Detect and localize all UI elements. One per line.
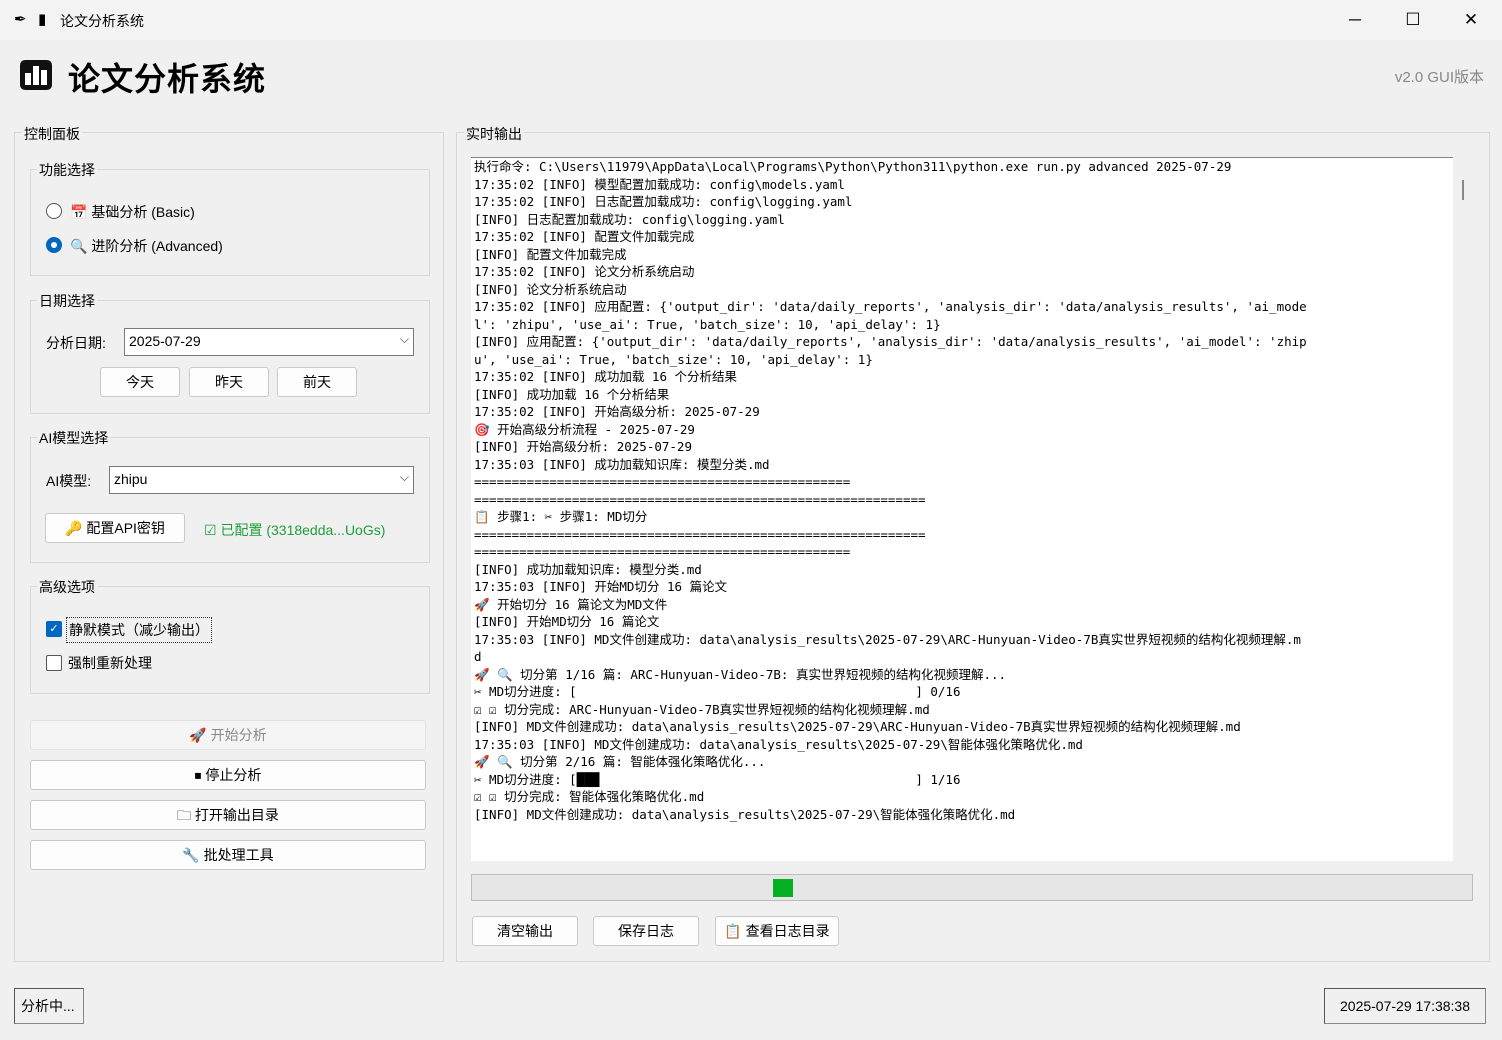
app-header: 论文分析系统 v2.0 GUI版本	[0, 40, 1502, 110]
open-output-dir-button[interactable]: 🗀 打开输出目录	[30, 800, 426, 830]
log-line: 17:35:03 [INFO] MD文件创建成功: data\analysis_…	[474, 736, 1083, 752]
model-combo[interactable]: zhipu ⌵	[109, 466, 414, 494]
start-analysis-button[interactable]: 🚀 开始分析	[30, 720, 426, 750]
log-line: 🚀 🔍 切分第 2/16 篇: 智能体强化策略优化...	[474, 754, 766, 769]
config-status-label: ☑ 已配置 (3318edda...UoGs)	[204, 522, 386, 538]
log-line: ☑ ☑ 切分完成: ARC-Hunyuan-Video-7B真实世界短视频的结构…	[474, 701, 930, 717]
today-button[interactable]: 今天	[100, 367, 180, 397]
log-output[interactable]: 执行命令: C:\Users\11979\AppData\Local\Progr…	[471, 157, 1453, 861]
advanced-analysis-label[interactable]: 🔍 进阶分析 (Advanced)	[70, 236, 223, 256]
log-line: 17:35:02 [INFO] 成功加载 16 个分析结果	[474, 369, 738, 384]
date-label: 分析日期:	[46, 335, 106, 351]
minimize-button[interactable]: ─	[1326, 0, 1384, 40]
model-group-title: AI模型选择	[37, 428, 111, 448]
title-bar: ✒ ▮ 论文分析系统 ─ ☐ ✕	[0, 0, 1502, 40]
force-reprocess-checkbox[interactable]	[46, 655, 62, 671]
basic-analysis-label[interactable]: 📅 基础分析 (Basic)	[70, 202, 195, 222]
control-panel-title: 控制面板	[22, 124, 82, 144]
quiet-mode-checkbox[interactable]: ✓	[46, 621, 62, 637]
model-label: AI模型:	[46, 473, 92, 489]
log-line: 17:35:02 [INFO] 日志配置加载成功: config\logging…	[474, 194, 853, 209]
log-line: 17:35:03 [INFO] 开始MD切分 16 篇论文	[474, 579, 728, 594]
log-line: 执行命令: C:\Users\11979\AppData\Local\Progr…	[474, 159, 1232, 174]
window-title: 论文分析系统	[60, 13, 144, 29]
log-scrollbar[interactable]	[1462, 180, 1464, 200]
save-log-button[interactable]: 保存日志	[593, 916, 699, 946]
log-line: 🚀 开始切分 16 篇论文为MD文件	[474, 596, 668, 612]
version-label: v2.0 GUI版本	[1394, 69, 1484, 86]
log-line: ========================================…	[474, 526, 926, 542]
config-api-key-button[interactable]: 🔑 配置API密钥	[45, 513, 185, 543]
log-line: 17:35:02 [INFO] 模型配置加载成功: config\models.…	[474, 176, 845, 192]
log-line: 17:35:02 [INFO] 论文分析系统启动	[474, 264, 695, 279]
log-line: l': 'zhipu', 'use_ai': True, 'batch_size…	[474, 316, 941, 332]
clear-output-button[interactable]: 清空输出	[472, 916, 578, 946]
log-line: [INFO] 配置文件加载完成	[474, 246, 627, 262]
log-line: [INFO] 成功加载 16 个分析结果	[474, 386, 670, 402]
log-line: 17:35:02 [INFO] 应用配置: {'output_dir': 'da…	[474, 299, 1307, 314]
force-reprocess-label[interactable]: 强制重新处理	[68, 653, 152, 673]
log-line: [INFO] 成功加载知识库: 模型分类.md	[474, 561, 702, 577]
chart-icon: ▮	[38, 11, 47, 28]
yesterday-button[interactable]: 昨天	[189, 367, 269, 397]
stop-analysis-button[interactable]: ⏹ 停止分析	[30, 760, 426, 790]
batch-tool-button[interactable]: 🔧 批处理工具	[30, 840, 426, 870]
date-group-title: 日期选择	[37, 291, 97, 311]
view-log-dir-button[interactable]: 📋 查看日志目录	[715, 916, 839, 946]
chevron-down-icon[interactable]: ⌵	[400, 332, 409, 347]
day-before-button[interactable]: 前天	[277, 367, 357, 397]
log-line: ✂ MD切分进度: [ ] 0/16	[474, 684, 961, 699]
maximize-button[interactable]: ☐	[1384, 0, 1442, 40]
feather-icon: ✒	[14, 11, 27, 28]
log-line: ✂ MD切分进度: [███ ] 1/16	[474, 771, 961, 787]
log-line: [INFO] 论文分析系统启动	[474, 281, 627, 297]
log-line: [INFO] 开始MD切分 16 篇论文	[474, 614, 660, 629]
log-line: ☑ ☑ 切分完成: 智能体强化策略优化.md	[474, 789, 705, 804]
status-text: 分析中...	[14, 988, 84, 1024]
app-title: 论文分析系统	[68, 61, 267, 97]
advanced-analysis-radio[interactable]	[46, 237, 62, 253]
log-line: u', 'use_ai': True, 'batch_size': 10, 'a…	[474, 351, 873, 367]
log-line: 17:35:03 [INFO] 成功加载知识库: 模型分类.md	[474, 456, 770, 472]
quiet-mode-label[interactable]: 静默模式（减少输出）	[66, 617, 212, 643]
log-line: ========================================…	[474, 474, 851, 489]
model-group	[30, 437, 430, 563]
chevron-down-icon[interactable]: ⌵	[400, 470, 409, 485]
date-value: 2025-07-29	[129, 333, 201, 349]
output-panel-title: 实时输出	[464, 124, 524, 144]
log-line: 17:35:02 [INFO] 配置文件加载完成	[474, 229, 695, 244]
log-line: 🎯 开始高级分析流程 - 2025-07-29	[474, 421, 695, 437]
log-line: d	[474, 649, 482, 664]
log-line: 17:35:02 [INFO] 开始高级分析: 2025-07-29	[474, 404, 760, 419]
log-line: 🚀 🔍 切分第 1/16 篇: ARC-Hunyuan-Video-7B: 真实…	[474, 666, 1007, 682]
log-line: ========================================…	[474, 544, 851, 559]
chart-logo-icon	[20, 60, 52, 90]
function-group-title: 功能选择	[37, 160, 97, 180]
date-combo[interactable]: 2025-07-29 ⌵	[124, 328, 414, 356]
progress-fill	[773, 879, 793, 897]
log-line: 📋 步骤1: ✂ 步骤1: MD切分	[474, 509, 648, 524]
progress-bar	[471, 874, 1473, 901]
basic-analysis-radio[interactable]	[46, 203, 62, 219]
advanced-group-title: 高级选项	[37, 577, 97, 597]
function-group	[30, 169, 430, 276]
log-line: [INFO] 应用配置: {'output_dir': 'data/daily_…	[474, 334, 1307, 349]
log-line: [INFO] MD文件创建成功: data\analysis_results\2…	[474, 719, 1241, 734]
log-line: 17:35:03 [INFO] MD文件创建成功: data\analysis_…	[474, 631, 1301, 647]
log-line: ========================================…	[474, 491, 926, 507]
model-value: zhipu	[114, 471, 148, 487]
log-line: [INFO] 日志配置加载成功: config\logging.yaml	[474, 211, 785, 227]
log-line: [INFO] 开始高级分析: 2025-07-29	[474, 439, 692, 454]
close-button[interactable]: ✕	[1442, 0, 1500, 40]
log-line: [INFO] MD文件创建成功: data\analysis_results\2…	[474, 806, 1016, 822]
status-datetime: 2025-07-29 17:38:38	[1324, 988, 1486, 1024]
